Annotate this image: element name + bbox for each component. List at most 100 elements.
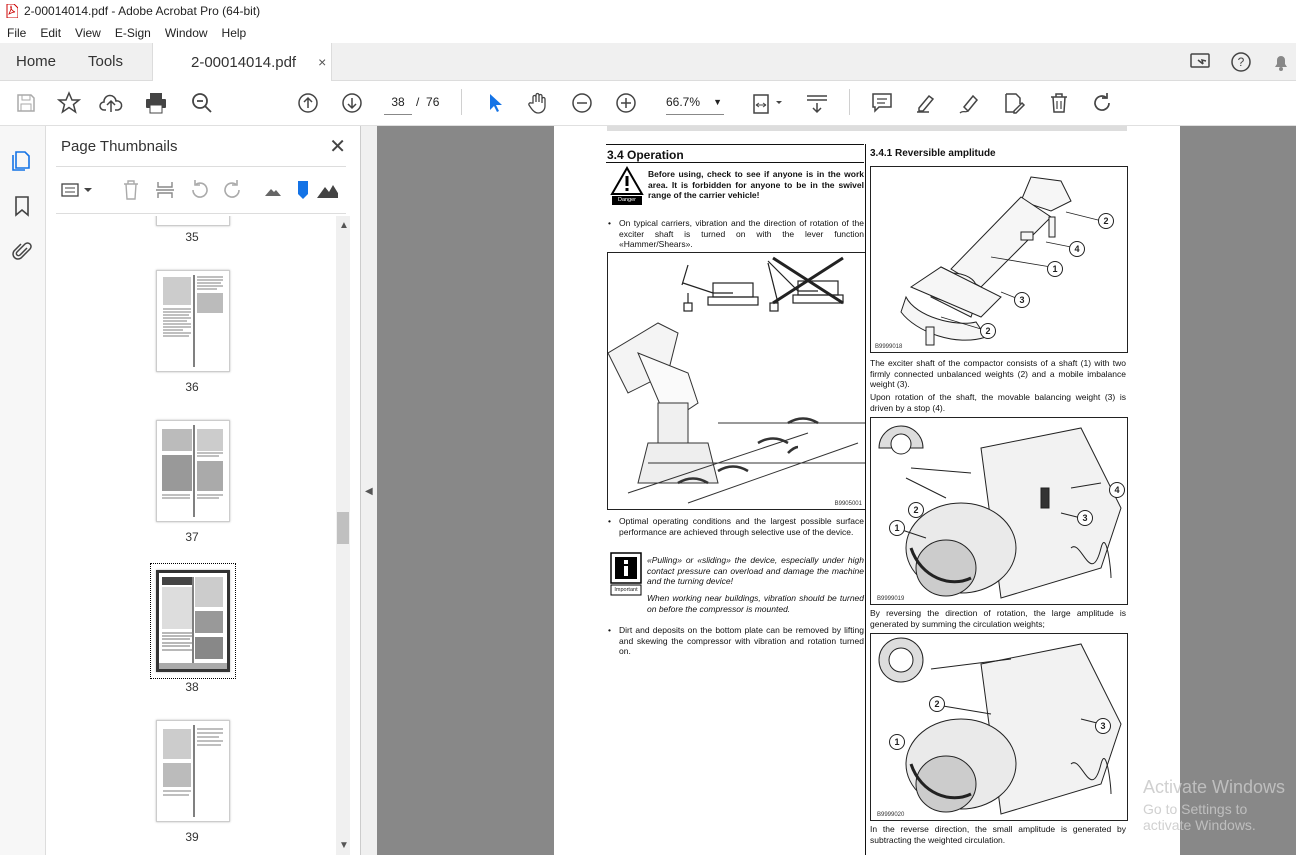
column-divider (865, 144, 866, 855)
small-mountain-icon[interactable] (262, 179, 284, 201)
scroll-up-icon[interactable]: ▲ (339, 220, 349, 231)
callout-4: 4 (1069, 241, 1085, 257)
zoom-level-dropdown[interactable]: 66.7% ▼ (666, 90, 724, 115)
figure-code: B9905001 (834, 501, 862, 507)
page-thumbnail[interactable] (156, 420, 230, 522)
share-screen-icon[interactable] (1186, 47, 1216, 77)
page-thumbnail[interactable] (156, 720, 230, 822)
figure-excavator: B9905001 (607, 252, 868, 510)
window-title: 2-00014014.pdf - Adobe Acrobat Pro (64-b… (24, 4, 261, 18)
zoom-value: 66.7% (666, 95, 701, 109)
menu-edit[interactable]: Edit (33, 26, 68, 40)
menu-help[interactable]: Help (215, 26, 254, 40)
activation-watermark-sub: Go to Settings to activate Windows. (1143, 801, 1256, 833)
excavator-illustration (607, 256, 868, 504)
bullet: • (608, 516, 611, 526)
thumbnail-scrollbar[interactable]: ▲ ▼ (336, 216, 350, 855)
thumbnail-label: 37 (185, 530, 199, 544)
menu-window[interactable]: Window (158, 26, 215, 40)
insert-pages-icon[interactable] (154, 179, 176, 201)
zoom-search-icon[interactable] (188, 89, 216, 117)
page-up-icon[interactable] (294, 89, 322, 117)
callout-1: 1 (889, 734, 905, 750)
page-number-input[interactable]: 38 (384, 90, 412, 115)
menu-bar: File Edit View E-Sign Window Help (0, 22, 1296, 43)
tab-tools[interactable]: Tools (88, 43, 123, 80)
scroll-down-icon[interactable]: ▼ (339, 840, 349, 851)
figure-code: B9999018 (875, 344, 903, 350)
page-thumbnails-icon[interactable] (10, 148, 34, 172)
page-thumbnail-current[interactable] (156, 570, 230, 672)
subsection-title: 3.4.1 Reversible amplitude (870, 148, 996, 159)
attachments-paperclip-icon[interactable] (10, 240, 34, 264)
upload-cloud-icon[interactable] (98, 89, 126, 117)
callout-1: 1 (1047, 261, 1063, 277)
save-icon[interactable] (12, 89, 40, 117)
delete-trash-icon[interactable] (1045, 89, 1073, 117)
zoom-out-icon[interactable] (568, 89, 596, 117)
activation-watermark: Activate Windows (1143, 777, 1286, 797)
thumbnail-list: 35 36 37 38 39 (56, 216, 336, 855)
tab-home[interactable]: Home (16, 43, 56, 80)
svg-text:?: ? (1238, 55, 1245, 69)
edit-pdf-icon[interactable] (1000, 89, 1028, 117)
rotate-icon[interactable] (1088, 89, 1116, 117)
scrollbar-thumb[interactable] (337, 512, 349, 544)
rule (606, 162, 864, 163)
collapse-arrow-icon[interactable]: ◀ (365, 486, 373, 497)
help-icon[interactable]: ? (1226, 47, 1256, 77)
page-thumbnail[interactable] (156, 270, 230, 372)
danger-text: Before using, check to see if anyone is … (648, 169, 864, 200)
menu-file[interactable]: File (0, 26, 33, 40)
acrobat-pdf-icon (6, 3, 19, 19)
page-total-count: 76 (426, 95, 440, 109)
page-total: / 76 (416, 90, 439, 114)
rotate-ccw-icon[interactable] (188, 179, 210, 201)
bullet-text: On typical carriers, vibration and the d… (619, 218, 864, 249)
page-down-icon[interactable] (338, 89, 366, 117)
page-header-strip (607, 126, 1127, 131)
paragraph: The exciter shaft of the compactor consi… (870, 358, 1126, 389)
print-icon[interactable] (142, 89, 170, 117)
figure-exciter-shaft: 2 4 1 3 2 B9999018 (870, 166, 1128, 353)
chevron-down-icon: ▼ (713, 97, 722, 107)
zoom-in-icon[interactable] (612, 89, 640, 117)
bookmarks-icon[interactable] (10, 194, 34, 218)
options-menu-icon[interactable] (60, 179, 94, 201)
paragraph: In the reverse direction, the small ampl… (870, 824, 1126, 845)
page-thumbnail[interactable] (156, 216, 230, 226)
delete-pages-icon[interactable] (120, 179, 142, 201)
sign-pen-icon[interactable] (956, 89, 984, 117)
hand-tool-icon[interactable] (524, 89, 552, 117)
select-cursor-icon[interactable] (481, 89, 509, 117)
panel-close-icon[interactable]: ✕ (329, 134, 346, 159)
toolbar-divider (849, 89, 850, 115)
paragraph: Upon rotation of the shaft, the movable … (870, 392, 1126, 413)
tab-document[interactable]: 2-00014014.pdf × (152, 43, 332, 81)
panel-title: Page Thumbnails (61, 138, 178, 155)
tab-close-icon[interactable]: × (318, 54, 326, 70)
notification-bell-icon[interactable] (1266, 47, 1296, 77)
highlight-pen-icon[interactable] (912, 89, 940, 117)
menu-esign[interactable]: E-Sign (108, 26, 158, 40)
comment-icon[interactable] (868, 89, 896, 117)
scroll-mode-icon[interactable] (803, 89, 831, 117)
panel-collapse-bar[interactable]: ◀ (361, 126, 378, 855)
thumbnail-label: 35 (185, 230, 199, 244)
callout-3: 3 (1077, 510, 1093, 526)
important-info-icon: Important (610, 552, 642, 596)
callout-2: 2 (929, 696, 945, 712)
document-canvas[interactable]: 3.4 Operation Danger Before using, check… (377, 126, 1296, 855)
rotate-cw-icon[interactable] (222, 179, 244, 201)
pdf-page: 3.4 Operation Danger Before using, check… (554, 126, 1180, 855)
page-fit-icon[interactable] (748, 89, 788, 117)
rule (606, 144, 864, 145)
callout-2: 2 (1098, 213, 1114, 229)
thumbnail-size-slider-handle[interactable] (292, 179, 314, 201)
exciter-shaft-drawing (900, 176, 1107, 346)
large-mountain-icon[interactable] (316, 179, 338, 201)
left-rail (0, 126, 46, 855)
bookmark-star-icon[interactable] (55, 89, 83, 117)
menu-view[interactable]: View (68, 26, 108, 40)
paragraph: By reversing the direction of rotation, … (870, 608, 1126, 629)
